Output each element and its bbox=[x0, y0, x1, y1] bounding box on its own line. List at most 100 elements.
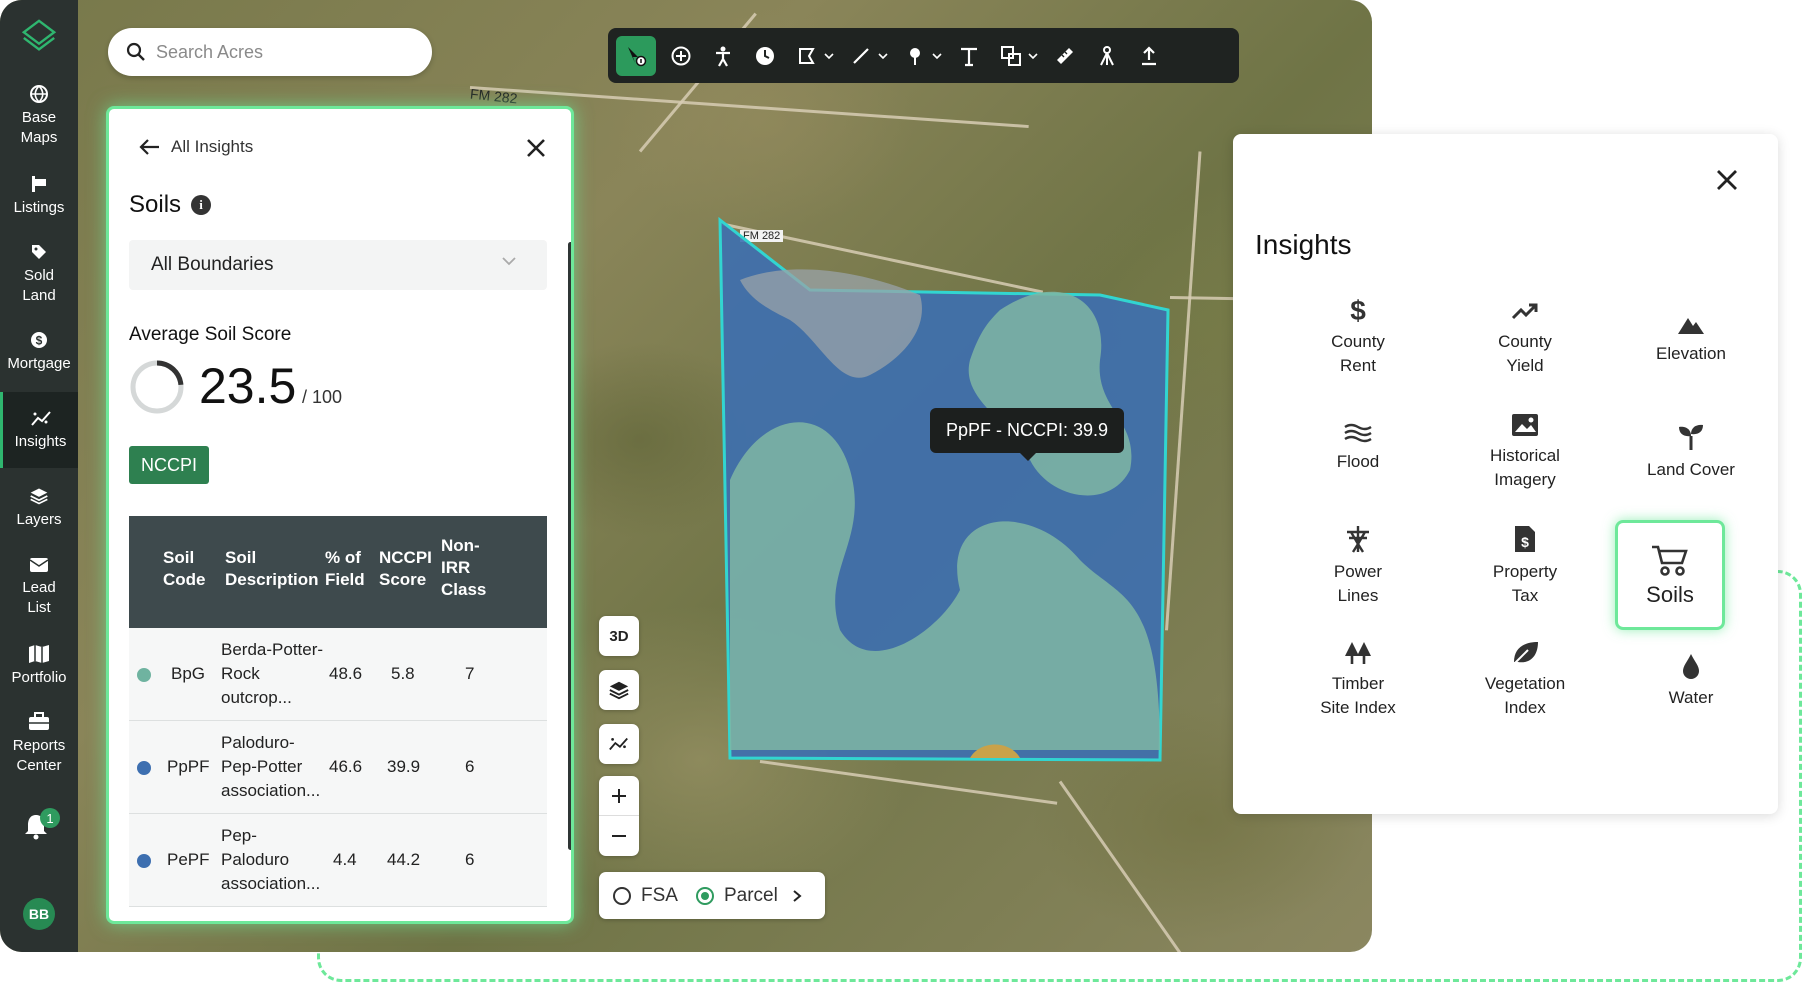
map-insights-button[interactable] bbox=[599, 724, 639, 764]
insight-label: Elevation bbox=[1656, 344, 1726, 363]
insight-elevation[interactable]: Elevation bbox=[1611, 314, 1771, 366]
layers-icon bbox=[30, 488, 48, 505]
chevron-down-icon bbox=[824, 52, 834, 59]
nav-layers[interactable]: Layers bbox=[0, 486, 78, 530]
person-tool[interactable] bbox=[702, 35, 744, 77]
insight-water[interactable]: Water bbox=[1611, 652, 1771, 710]
add-point-tool[interactable] bbox=[660, 35, 702, 77]
soil-desc: Paloduro bbox=[221, 850, 290, 869]
survey-tool[interactable] bbox=[1086, 35, 1128, 77]
soil-pct: 46.6 bbox=[329, 757, 363, 776]
nav-label: List bbox=[27, 599, 51, 616]
soil-desc: outcrop... bbox=[221, 688, 292, 707]
insight-county-rent[interactable]: $ County Rent bbox=[1278, 294, 1438, 378]
boundary-select[interactable]: All Boundaries bbox=[129, 240, 547, 290]
power-tower-icon bbox=[1347, 526, 1369, 553]
soil-irr: 7 bbox=[465, 664, 475, 683]
avg-soil-max: / 100 bbox=[302, 387, 343, 407]
table-row[interactable]: PpPF Paloduro- Pep-Potter association...… bbox=[129, 721, 547, 814]
nav-label: Insights bbox=[14, 433, 67, 450]
upload-tool[interactable] bbox=[1128, 35, 1170, 77]
svg-text:$: $ bbox=[1521, 534, 1529, 550]
tag-icon bbox=[32, 245, 46, 259]
fsa-label[interactable]: FSA bbox=[641, 885, 678, 907]
field-boundary[interactable] bbox=[700, 210, 1180, 770]
insight-county-yield[interactable]: County Yield bbox=[1445, 300, 1605, 378]
insight-historical-imagery[interactable]: Historical Imagery bbox=[1445, 412, 1605, 492]
select-info-tool[interactable] bbox=[616, 35, 656, 76]
insight-label: Property bbox=[1492, 562, 1558, 581]
nav-portfolio[interactable]: Portfolio bbox=[0, 644, 78, 688]
soil-pct: 48.6 bbox=[329, 664, 363, 683]
sign-post-icon bbox=[32, 176, 46, 192]
info-icon[interactable]: i bbox=[191, 195, 212, 215]
col-header-irr-2: IRR bbox=[441, 558, 471, 577]
measure-tool[interactable] bbox=[1044, 35, 1086, 77]
nav-base-maps[interactable]: Base Maps bbox=[0, 84, 78, 148]
fsa-radio[interactable] bbox=[613, 886, 631, 905]
soil-desc: Paloduro- bbox=[221, 733, 295, 752]
3d-button[interactable]: 3D bbox=[599, 616, 639, 656]
zoom-in-button[interactable] bbox=[599, 776, 639, 816]
pin-tool-dropdown[interactable] bbox=[930, 52, 944, 60]
notifications-button[interactable]: 1 bbox=[23, 808, 60, 846]
polygon-tool-dropdown[interactable] bbox=[822, 52, 836, 60]
nav-label: Maps bbox=[20, 129, 58, 146]
svg-text:$: $ bbox=[36, 334, 43, 348]
insight-vegetation-index[interactable]: Vegetation Index bbox=[1445, 640, 1605, 720]
svg-text:$: $ bbox=[1350, 295, 1366, 324]
nav-insights[interactable]: Insights bbox=[0, 392, 78, 468]
soil-desc: Pep-Potter bbox=[221, 757, 303, 776]
chevron-right-icon[interactable] bbox=[790, 889, 804, 903]
nav-lead-list[interactable]: Lead List bbox=[0, 556, 78, 618]
app-logo-icon[interactable] bbox=[20, 18, 58, 56]
search-bar bbox=[108, 28, 432, 76]
trees-icon bbox=[1345, 642, 1371, 664]
insight-land-cover[interactable]: Land Cover bbox=[1611, 422, 1771, 482]
insight-soils[interactable]: Soils bbox=[1615, 520, 1725, 630]
insight-power-lines[interactable]: Power Lines bbox=[1278, 524, 1438, 608]
search-input[interactable] bbox=[156, 41, 406, 63]
map-layers-button[interactable] bbox=[599, 670, 639, 710]
time-tool[interactable] bbox=[744, 35, 786, 77]
soil-code: BpG bbox=[171, 664, 206, 683]
soil-nccpi: 5.8 bbox=[391, 664, 415, 683]
insight-flood[interactable]: Flood bbox=[1278, 422, 1438, 474]
upload-icon bbox=[1142, 45, 1156, 65]
col-header-irr-3: Class bbox=[441, 580, 487, 599]
insight-property-tax[interactable]: $ Property Tax bbox=[1445, 524, 1605, 608]
nav-label: Reports bbox=[12, 737, 66, 754]
avg-soil-label: Average Soil Score bbox=[129, 324, 292, 345]
plus-icon bbox=[612, 788, 626, 803]
soil-irr: 6 bbox=[465, 757, 475, 776]
nav-mortgage[interactable]: $ Mortgage bbox=[0, 330, 78, 374]
shapes-tool-dropdown[interactable] bbox=[1026, 52, 1040, 60]
all-insights-back-button[interactable]: All Insights bbox=[139, 137, 253, 157]
line-tool-dropdown[interactable] bbox=[876, 52, 890, 60]
zoom-out-button[interactable] bbox=[599, 816, 639, 856]
soil-desc: Rock bbox=[221, 664, 260, 683]
map-folded-icon bbox=[29, 645, 49, 663]
close-icon[interactable] bbox=[1715, 168, 1739, 192]
insights-title: Insights bbox=[1255, 229, 1352, 260]
soils-title: Soils bbox=[129, 191, 182, 218]
close-icon[interactable] bbox=[525, 137, 547, 159]
panel-scrollbar[interactable] bbox=[568, 242, 571, 850]
table-row[interactable]: BpG Berda-Potter- Rock outcrop... 48.6 5… bbox=[129, 628, 547, 721]
parcel-label[interactable]: Parcel bbox=[724, 885, 778, 907]
nav-sold-land[interactable]: Sold Land bbox=[0, 242, 78, 306]
text-tool[interactable] bbox=[948, 35, 990, 77]
insight-label: Yield bbox=[1506, 356, 1544, 375]
user-avatar[interactable]: BB bbox=[23, 898, 55, 930]
nav-listings[interactable]: Listings bbox=[0, 174, 78, 218]
insight-timber-site-index[interactable]: Timber Site Index bbox=[1278, 640, 1438, 720]
nccpi-chip[interactable]: NCCPI bbox=[129, 446, 210, 484]
parcel-radio[interactable] bbox=[695, 886, 714, 905]
nav-reports-center[interactable]: Reports Center bbox=[0, 712, 78, 776]
boundary-select-value: All Boundaries bbox=[151, 254, 274, 275]
clock-icon bbox=[756, 46, 774, 65]
polygon-icon bbox=[799, 47, 815, 64]
table-row[interactable]: PePF Pep- Paloduro association... 4.4 44… bbox=[129, 814, 547, 907]
search-icon bbox=[126, 42, 145, 61]
insights-icon bbox=[609, 737, 628, 751]
